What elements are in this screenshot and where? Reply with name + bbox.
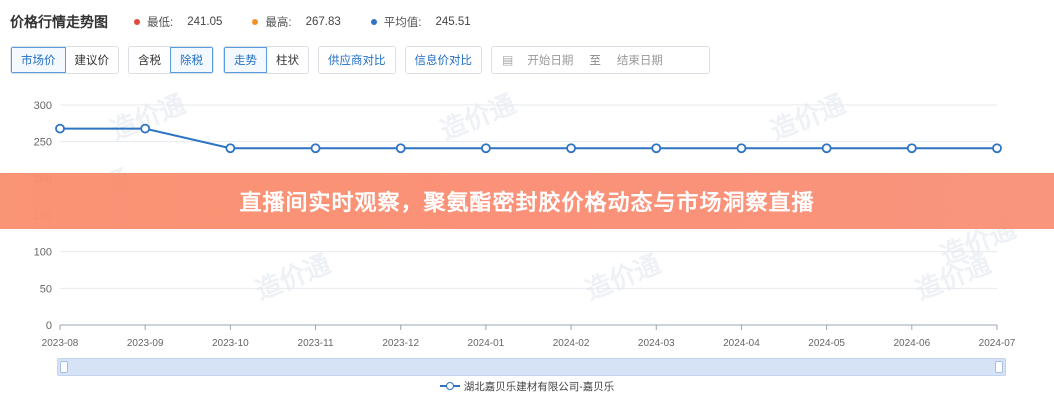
date-end-input[interactable]: 结束日期 (617, 52, 663, 68)
x-tick-label: 2024-03 (638, 338, 675, 349)
zoom-handle-right[interactable] (995, 361, 1003, 373)
info-compare-group: 信息价对比 (404, 46, 482, 74)
date-start-input[interactable]: 开始日期 (527, 52, 573, 68)
series-layer (55, 123, 1002, 154)
stat-avg-value: 245.51 (435, 16, 471, 28)
stat-avg: 平均值: 245.51 (370, 14, 471, 30)
supplier-compare-group: 供应商对比 (318, 46, 396, 74)
data-point (225, 143, 236, 154)
date-separator: 至 (589, 55, 601, 67)
banner-text: 直播间实时观察，聚氨酯密封胶价格动态与市场洞察直播 (239, 191, 815, 216)
stat-max-value: 267.83 (305, 16, 341, 28)
data-point (992, 143, 1002, 154)
data-point (310, 143, 321, 154)
series-line (60, 127, 997, 150)
legend-line-icon (439, 381, 460, 391)
chart-legend[interactable]: 湖北嘉贝乐建材有限公司-嘉贝乐 (0, 378, 1054, 394)
supplier-compare-button[interactable]: 供应商对比 (319, 47, 395, 73)
stat-min-label: 最低: (147, 17, 174, 29)
watermark-text: 造价通 (766, 92, 850, 146)
data-point (821, 143, 832, 154)
y-tick-label: 300 (34, 100, 52, 112)
chart-controls: 市场价 建议价 含税 除税 走势 柱状 供应商对比 信息价对比 ▤ 开始日期 至… (10, 46, 710, 74)
watermark-text: 造价通 (106, 92, 190, 146)
price-type-group: 市场价 建议价 (10, 46, 119, 74)
chart-title: 价格行情走势图 (10, 14, 108, 30)
x-tick-label: 2023-12 (382, 338, 419, 349)
tax-included-button[interactable]: 含税 (129, 47, 170, 73)
data-point (736, 143, 747, 154)
data-point (906, 143, 917, 154)
tax-excluded-button[interactable]: 除税 (170, 47, 213, 73)
zoom-slider[interactable] (57, 358, 1006, 376)
stat-max-label: 最高: (265, 17, 292, 29)
min-dot-icon (134, 19, 140, 25)
suggested-price-button[interactable]: 建议价 (65, 47, 118, 73)
x-tick-label: 2023-10 (212, 338, 249, 349)
y-tick-label: 50 (40, 283, 52, 295)
trend-button[interactable]: 走势 (224, 47, 267, 73)
data-point (651, 143, 662, 154)
chart-header: 价格行情走势图 最低: 241.05 最高: 267.83 平均值: 245.5… (10, 10, 501, 34)
data-point (566, 143, 576, 154)
x-tick-label: 2023-11 (298, 338, 334, 349)
info-compare-button[interactable]: 信息价对比 (405, 47, 481, 73)
data-point (395, 143, 406, 154)
x-tick-label: 2024-01 (468, 338, 505, 349)
chart-type-group: 走势 柱状 (223, 46, 309, 74)
bar-button[interactable]: 柱状 (267, 47, 308, 73)
x-tick-label: 2024-06 (893, 338, 930, 349)
x-tick-label: 2024-04 (723, 338, 760, 349)
y-tick-label: 100 (34, 247, 52, 259)
x-axis: 2023-08 2023-09 2023-10 2023-11 2023-12 2024-… (42, 325, 1016, 349)
data-point (140, 123, 151, 134)
x-tick-label: 2024-02 (553, 338, 590, 349)
x-tick-label: 2024-05 (808, 338, 845, 349)
max-dot-icon (252, 19, 259, 25)
zoom-handle-left[interactable] (60, 361, 68, 373)
live-banner: 直播间实时观察，聚氨酯密封胶价格动态与市场洞察直播 (0, 173, 1054, 229)
data-point (55, 123, 65, 134)
stat-max: 最高: 267.83 (252, 14, 341, 30)
y-tick-label: 250 (34, 137, 52, 149)
watermark-text: 造价通 (251, 249, 335, 306)
tax-group: 含税 除税 (128, 46, 214, 74)
y-tick-label: 0 (46, 320, 52, 332)
stat-min: 最低: 241.05 (134, 14, 222, 30)
x-tick-label: 2023-09 (127, 338, 164, 349)
data-point (481, 143, 491, 154)
market-price-button[interactable]: 市场价 (11, 47, 66, 73)
stat-min-value: 241.05 (187, 16, 223, 28)
x-tick-label: 2023-08 (42, 338, 79, 349)
x-tick-label: 2024-07 (979, 338, 1016, 349)
stat-avg-label: 平均值: (383, 17, 422, 29)
watermark-text: 造价通 (436, 92, 520, 146)
calendar-icon: ▤ (502, 53, 514, 67)
legend-series-name: 湖北嘉贝乐建材有限公司-嘉贝乐 (463, 380, 615, 393)
watermark-text: 造价通 (581, 249, 665, 306)
avg-dot-icon (370, 19, 377, 25)
date-range-picker[interactable]: ▤ 开始日期 至 结束日期 (491, 46, 710, 74)
